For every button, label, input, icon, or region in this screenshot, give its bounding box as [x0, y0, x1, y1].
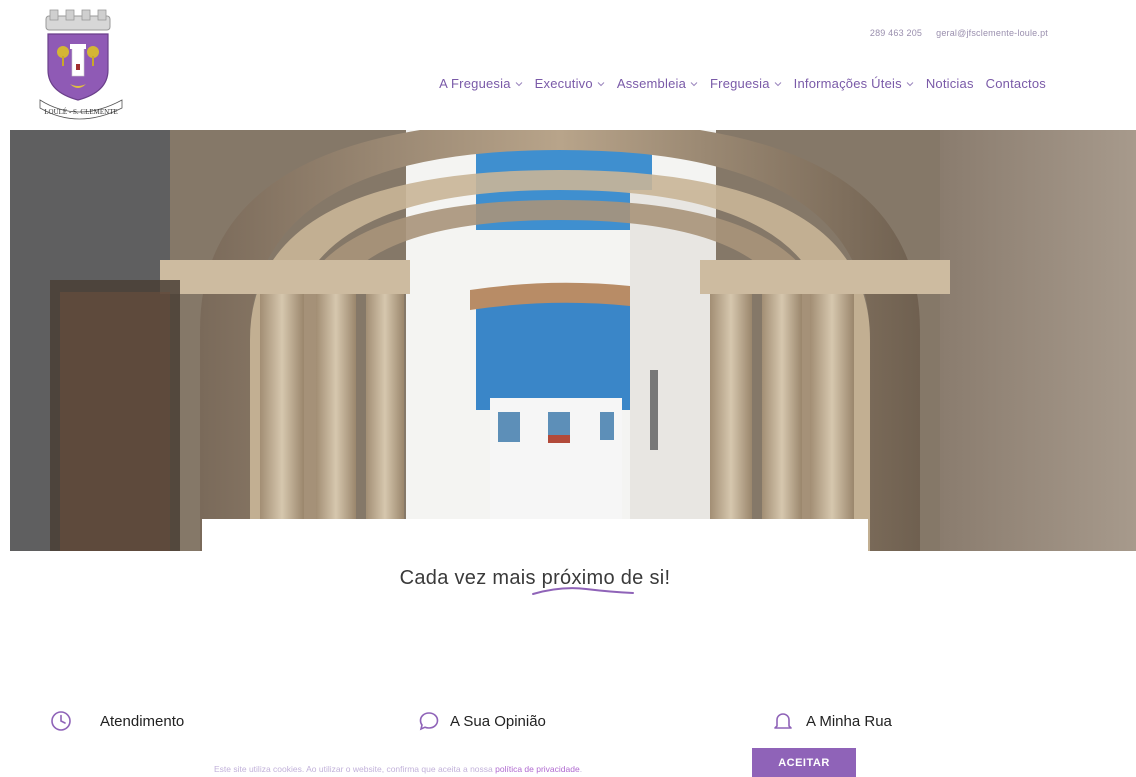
chevron-down-icon	[515, 81, 523, 86]
nav-item-a-freguesia[interactable]: A Freguesia	[439, 76, 523, 91]
email-address[interactable]: geral@jfsclemente-loule.pt	[936, 28, 1048, 38]
parish-logo[interactable]: LOULÉ - S. CLEMENTE	[26, 8, 136, 123]
tagline-before: Cada vez mais	[399, 567, 542, 589]
accept-cookies-button[interactable]: ACEITAR	[752, 748, 856, 777]
logo-ribbon-text: LOULÉ - S. CLEMENTE	[44, 108, 118, 116]
hero-banner-image	[10, 130, 1136, 551]
nav-item-executivo[interactable]: Executivo	[535, 76, 605, 91]
cookie-text: Este site utiliza cookies. Ao utilizar o…	[214, 764, 496, 774]
tagline-card: Cada vez mais próximo de si!	[202, 519, 868, 629]
nav-item-freguesia[interactable]: Freguesia	[710, 76, 782, 91]
nav-label: Assembleia	[616, 76, 687, 91]
nav-label: Executivo	[534, 76, 593, 91]
nav-item-assembleia[interactable]: Assembleia	[617, 76, 698, 91]
coat-of-arms-icon: LOULÉ - S. CLEMENTE	[39, 9, 123, 120]
chevron-down-icon	[597, 81, 605, 86]
feature-label: Atendimento	[100, 712, 185, 730]
cookie-text-end: .	[579, 764, 583, 774]
phone-number[interactable]: 289 463 205	[870, 28, 922, 38]
nav-label: Freguesia	[710, 76, 770, 91]
clock-icon	[51, 711, 71, 731]
nav-label: A Freguesia	[439, 76, 511, 91]
squiggle-underline-icon	[532, 587, 634, 595]
nav-label: Informações Úteis	[793, 76, 902, 91]
contact-bar: 289 463 205 geral@jfsclemente-loule.pt	[870, 28, 1048, 38]
chevron-down-icon	[690, 81, 698, 86]
speech-bubble-icon	[419, 712, 439, 731]
nav-label: Noticias	[925, 76, 974, 91]
cookie-message: Este site utiliza cookies. Ao utilizar o…	[214, 764, 582, 774]
site-header: LOULÉ - S. CLEMENTE 289 463 205 geral@jf…	[0, 0, 1136, 130]
nav-item-noticias[interactable]: Noticias	[926, 76, 974, 91]
nav-item-contactos[interactable]: Contactos	[986, 76, 1046, 91]
nav-item-informacoes-uteis[interactable]: Informações Úteis	[794, 76, 914, 91]
archway-photo	[10, 130, 1136, 551]
chevron-down-icon	[906, 81, 914, 86]
nav-label: Contactos	[985, 76, 1046, 91]
feature-label: A Minha Rua	[806, 712, 892, 730]
feature-a-minha-rua[interactable]: A Minha Rua	[772, 710, 892, 732]
privacy-policy-link[interactable]: política de privacidade	[495, 764, 580, 774]
feature-label: A Sua Opinião	[450, 712, 546, 730]
chevron-down-icon	[774, 81, 781, 86]
feature-atendimento[interactable]: Atendimento	[50, 710, 184, 732]
bell-icon	[774, 713, 792, 729]
feature-a-sua-opiniao[interactable]: A Sua Opinião	[418, 710, 546, 732]
main-navigation: A Freguesia Executivo Assembleia Fregues…	[439, 76, 1046, 91]
